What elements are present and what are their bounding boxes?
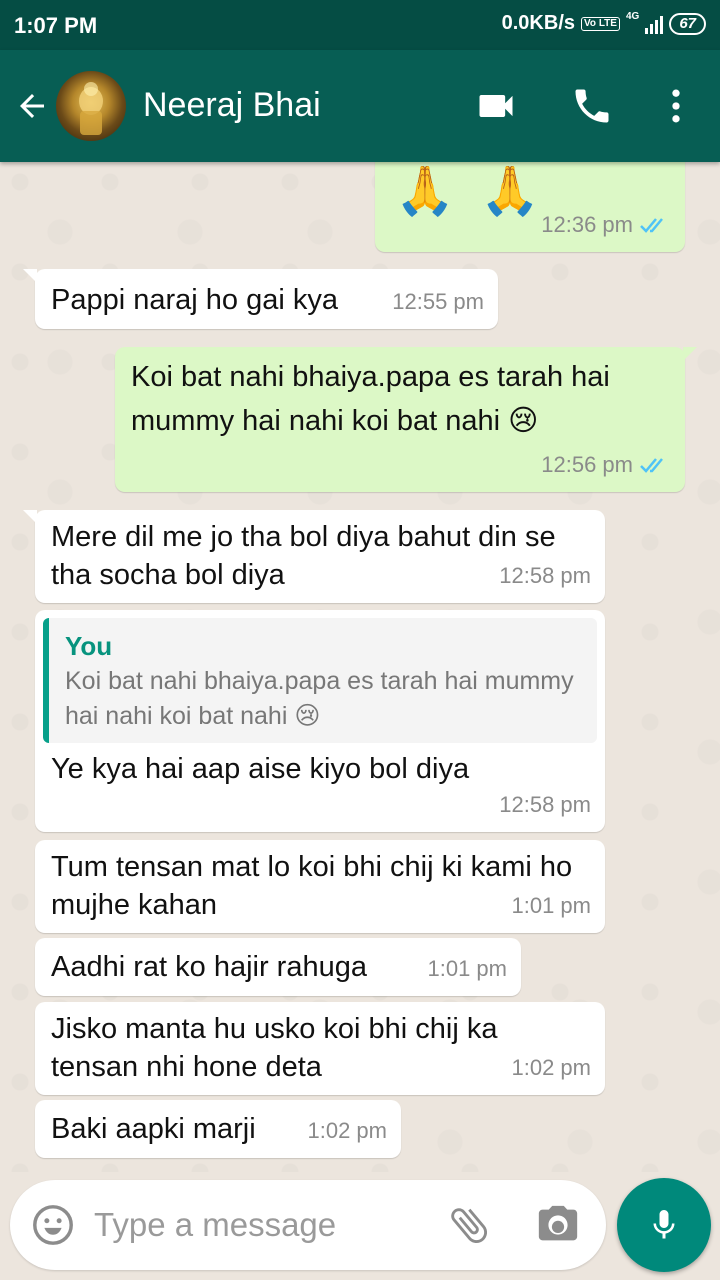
avatar[interactable] [56,71,126,141]
volte-badge: Vo LTE [581,16,620,31]
message-time: 12:36 pm [541,212,633,237]
message-meta: 12:55 pm [392,283,484,321]
incoming-message[interactable]: Tum tensan mat lo koi bhi chij ki kami h… [35,840,605,933]
message-text: Aadhi rat ko hajir rahuga [51,951,367,983]
message-time: 1:02 pm [307,1118,388,1143]
message-text: Pappi naraj ho gai kya [51,284,338,316]
message-meta: 1:02 pm [512,1049,592,1087]
more-vert-icon[interactable] [654,84,698,128]
message-time: 12:58 pm [499,563,591,588]
outgoing-message[interactable]: Koi bat nahi bhaiya.papa es tarah hai mu… [115,347,697,492]
incoming-reply-message[interactable]: You Koi bat nahi bhaiya.papa es tarah ha… [35,610,605,832]
bubble-tail [23,269,37,283]
contact-name[interactable]: Neeraj Bhai [143,86,321,125]
incoming-message[interactable]: Mere dil me jo tha bol diya bahut din se… [23,510,605,603]
message-meta: 1:01 pm [428,950,508,988]
battery-icon: 67 [669,12,706,35]
signal-icon [645,14,664,34]
message-time: 1:02 pm [511,1055,592,1080]
outgoing-message[interactable]: 🙏 🙏 12:36 pm [375,162,685,252]
quote-author: You [65,631,113,661]
emoji-icon[interactable] [30,1202,76,1248]
chat-messages[interactable]: 🙏 🙏 12:36 pm Pappi naraj ho gai kya 12:5… [0,162,720,1172]
message-input-box[interactable] [10,1180,606,1270]
message-time: 1:01 pm [427,956,508,981]
message-input[interactable] [94,1200,424,1250]
incoming-message[interactable]: Pappi naraj ho gai kya 12:55 pm [23,269,498,329]
bubble-tail [683,347,697,361]
read-ticks-icon [640,458,663,473]
status-bar: 1:07 PM 0.0KB/s Vo LTE 4G 67 [0,0,720,50]
message-text: Koi bat nahi bhaiya.papa es tarah hai mu… [131,361,610,437]
mic-button[interactable] [617,1178,711,1272]
message-text: Jisko manta hu usko koi bhi chij ka tens… [51,1013,498,1083]
message-meta: 12:56 pm [541,446,671,484]
mic-icon [653,1210,675,1239]
read-ticks-icon [640,218,663,233]
bubble-tail [23,510,37,524]
message-time: 12:58 pm [499,792,591,817]
quoted-message[interactable]: You Koi bat nahi bhaiya.papa es tarah ha… [43,618,597,743]
message-text: Baki aapki marji [51,1113,256,1145]
network-speed: 0.0KB/s [501,12,575,34]
message-meta: 12:58 pm [499,557,591,595]
quote-text: Koi bat nahi bhaiya.papa es tarah hai mu… [65,667,574,730]
incoming-message[interactable]: Jisko manta hu usko koi bhi chij ka tens… [35,1002,605,1095]
message-time: 12:56 pm [541,452,633,477]
status-time: 1:07 PM [14,13,98,38]
message-text: 🙏 🙏 [395,165,546,218]
message-time: 12:55 pm [392,289,484,314]
back-arrow-icon[interactable] [14,88,50,124]
message-meta: 12:58 pm [499,786,591,824]
status-indicators: 0.0KB/s Vo LTE 4G 67 [502,12,706,35]
compose-bar [0,1172,720,1280]
camera-icon[interactable] [534,1202,582,1248]
message-meta: 1:02 pm [308,1112,388,1150]
chat-header: Neeraj Bhai [0,50,720,162]
incoming-message[interactable]: Aadhi rat ko hajir rahuga 1:01 pm [35,938,521,996]
phone-icon[interactable] [570,84,614,128]
message-time: 1:01 pm [511,893,592,918]
message-meta: 1:01 pm [512,887,592,925]
message-meta: 12:36 pm [541,206,671,244]
video-call-icon[interactable] [474,84,518,128]
attach-icon[interactable] [446,1202,492,1248]
incoming-message[interactable]: Baki aapki marji 1:02 pm [35,1100,401,1158]
network-type: 4G [625,11,640,22]
message-text: Ye kya hai aap aise kiyo bol diya [51,753,470,785]
